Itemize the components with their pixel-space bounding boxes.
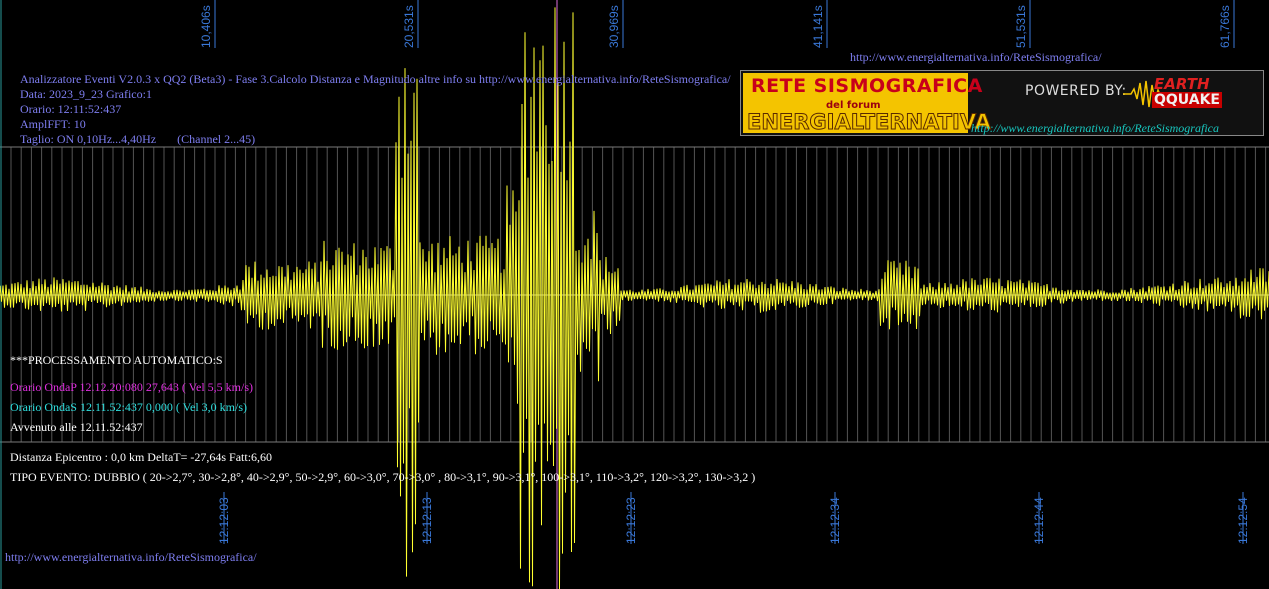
top-axis-label: 20,531s	[402, 5, 416, 48]
bottom-axis-label: 12:12:34	[828, 497, 842, 544]
s-wave-time: Orario OndaS 12.11.52:437 0,000 ( Vel 3,…	[10, 400, 247, 414]
logo-site-url[interactable]: http://www.energialternativa.info/ReteSi…	[971, 121, 1219, 136]
info-amplfft: AmplFFT: 10	[20, 117, 86, 131]
event-happened-time: Avvenuto alle 12.11.52:437	[10, 420, 143, 434]
p-wave-time: Orario OndaP 12.12.20:080 27,643 ( Vel 5…	[10, 380, 253, 394]
top-axis-label: 61,766s	[1218, 5, 1232, 48]
event-type: TIPO EVENTO: DUBBIO ( 20->2,7°, 30->2,8°…	[10, 470, 756, 484]
top-axis-label: 51,531s	[1014, 5, 1028, 48]
logo-forum-name: ENERGIALTERNATIVA	[747, 110, 992, 135]
top-url[interactable]: http://www.energialternativa.info/ReteSi…	[850, 50, 1102, 65]
earthquake-brand-top: EARTH	[1154, 75, 1210, 93]
bottom-axis-label: 12:12:03	[217, 497, 231, 544]
processing-title: ***PROCESSAMENTO AUTOMATICO:S	[10, 353, 223, 367]
info-date: Data: 2023_9_23 Grafico:1	[20, 87, 152, 101]
info-title: Analizzatore Eventi V2.0.3 x QQ2 (Beta3)…	[20, 72, 731, 86]
bottom-axis-label: 12:12:44	[1032, 497, 1046, 544]
bottom-axis-label: 12:12:23	[624, 497, 638, 544]
footer-url[interactable]: http://www.energialternativa.info/ReteSi…	[5, 550, 257, 565]
top-axis-label: 41,141s	[811, 5, 825, 48]
earthquake-brand-bottom: QQUAKE	[1152, 92, 1222, 108]
top-axis-label: 30,969s	[607, 5, 621, 48]
bottom-axis-label: 12:12:13	[420, 497, 434, 544]
top-axis-label: 10,406s	[199, 5, 213, 48]
bottom-axis-label: 12:12:54	[1236, 497, 1250, 544]
rete-sismografica-logo: RETE SISMOGRAFICA del forum ENERGIALTERN…	[740, 70, 1264, 136]
info-time: Orario: 12:11:52:437	[20, 102, 122, 116]
epicenter-distance: Distanza Epicentro : 0,0 km DeltaT= -27,…	[10, 450, 273, 464]
logo-title: RETE SISMOGRAFICA	[751, 75, 983, 97]
info-filter: Taglio: ON 0,10Hz...4,40Hz (Channel 2...…	[20, 132, 256, 146]
powered-by-label: POWERED BY:	[1025, 83, 1127, 99]
